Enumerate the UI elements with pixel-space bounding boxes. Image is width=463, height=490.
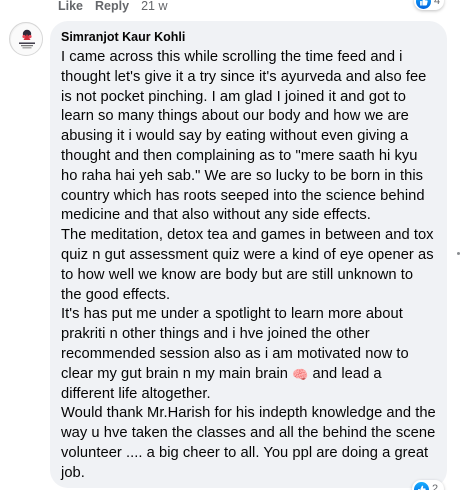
reaction-count: 4	[434, 0, 441, 7]
comment-paragraph: I came across this while scrolling the t…	[61, 49, 427, 224]
comment-author[interactable]: Simranjot Kaur Kohli	[61, 29, 437, 45]
comment-paragraph: The meditation, detox tea and games in b…	[61, 227, 434, 303]
like-reaction-icon	[416, 0, 431, 9]
brain-emoji: 🧠	[292, 366, 309, 382]
avatar[interactable]	[9, 22, 43, 56]
like-link[interactable]: Like	[58, 0, 83, 13]
brand-logo-avatar-icon	[11, 24, 42, 55]
comment-paragraph: Would thank Mr.Harish for his indepth kn…	[61, 405, 436, 481]
more-options-dot[interactable]	[457, 252, 460, 255]
previous-comment-actions: Like Reply 21 w	[58, 0, 167, 14]
reaction-count: 2	[432, 483, 439, 490]
like-reaction-icon	[414, 481, 429, 490]
comment-paragraph: It's has put me under a spotlight to lea…	[61, 305, 437, 404]
reaction-badge[interactable]: 4	[414, 0, 444, 10]
comment-bubble: Simranjot Kaur Kohli I came across this …	[50, 21, 447, 488]
reaction-badge[interactable]: 2	[412, 480, 444, 490]
comment-timestamp[interactable]: 21 w	[141, 0, 167, 13]
reply-link[interactable]: Reply	[95, 0, 129, 13]
